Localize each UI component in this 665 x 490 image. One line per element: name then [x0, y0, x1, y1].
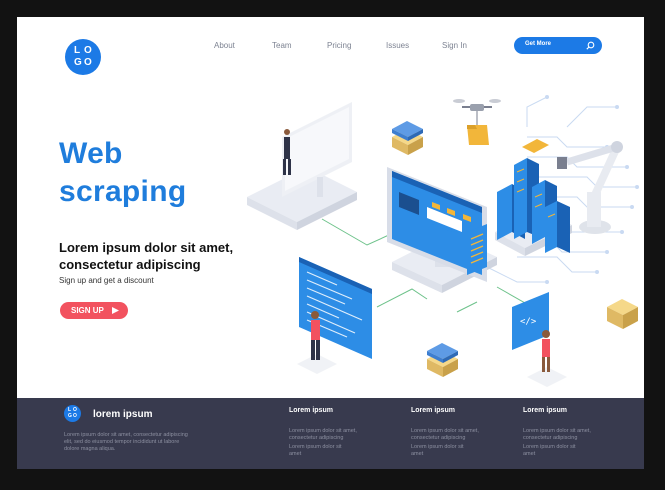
- nav-link-about[interactable]: About: [214, 41, 235, 50]
- nav-link-team[interactable]: Team: [272, 41, 292, 50]
- footer-logo[interactable]: L O G O: [64, 405, 81, 422]
- code-panel-right: </>: [512, 292, 567, 387]
- footer-column-text[interactable]: Lorem ipsum dolor sit amet, consectetur …: [523, 428, 613, 442]
- monitor-main: [387, 167, 497, 293]
- arrow-right-icon: [112, 307, 119, 314]
- logo[interactable]: L O G O: [65, 39, 101, 75]
- drone: [453, 99, 501, 145]
- data-cube: [392, 121, 423, 155]
- hero-title-line: scraping: [59, 175, 187, 208]
- footer-brand: lorem ipsum: [93, 409, 153, 420]
- footer-column-text[interactable]: Lorem ipsum dolor sit amet: [289, 444, 349, 458]
- logo-letter: G: [74, 57, 82, 68]
- nav-link-issues[interactable]: Issues: [386, 41, 409, 50]
- nav-link-sign-in[interactable]: Sign In: [442, 41, 467, 50]
- logo-letter: L: [74, 45, 81, 56]
- footer-column-text[interactable]: Lorem ipsum dolor sit amet: [411, 444, 471, 458]
- footer-column-heading: Lorem ipsum: [289, 407, 333, 414]
- get-more-button[interactable]: Get More: [514, 37, 602, 54]
- footer-column-heading: Lorem ipsum: [523, 407, 567, 414]
- web-scraping-illustration: </>: [247, 95, 639, 387]
- logo-letter: O: [73, 413, 77, 419]
- footer-column-heading: Lorem ipsum: [411, 407, 455, 414]
- get-more-label: Get More: [525, 41, 552, 47]
- landing-page: L O G O About Team Pricing Issues Sign I…: [17, 17, 644, 469]
- code-panel-left: [297, 257, 372, 374]
- sign-up-label: SIGN UP: [71, 306, 104, 315]
- logo-letter: O: [84, 57, 92, 68]
- hero-title: Web scraping: [59, 135, 186, 211]
- nav-link-pricing[interactable]: Pricing: [327, 41, 351, 50]
- logo-letter: G: [68, 413, 72, 419]
- monitor-left: [247, 102, 357, 230]
- hero-subtitle: Lorem ipsum dolor sit amet, consectetur …: [59, 239, 233, 273]
- footer-column-text[interactable]: Lorem ipsum dolor sit amet: [523, 444, 583, 458]
- svg-text:</>: </>: [520, 317, 537, 327]
- data-cube-right: [607, 299, 638, 329]
- hero-subtitle-line: Lorem ipsum dolor sit amet,: [59, 240, 234, 255]
- footer-column-text[interactable]: Lorem ipsum dolor sit amet, consectetur …: [411, 428, 501, 442]
- footer-description: Lorem ipsum dolor sit amet, consectetur …: [64, 432, 188, 452]
- footer-column-text[interactable]: Lorem ipsum dolor sit amet, consectetur …: [289, 428, 379, 442]
- search-icon: [586, 41, 595, 50]
- hero-title-line: Web: [59, 137, 123, 170]
- sign-up-button[interactable]: SIGN UP: [60, 302, 128, 319]
- footer: L O G O lorem ipsum Lorem ipsum dolor si…: [17, 398, 644, 469]
- hero-text: Sign up and get a discount: [59, 276, 154, 285]
- hero-subtitle-line: consectetur adipiscing: [59, 257, 201, 272]
- logo-letter: O: [84, 45, 92, 56]
- data-cube-bottom: [427, 343, 458, 377]
